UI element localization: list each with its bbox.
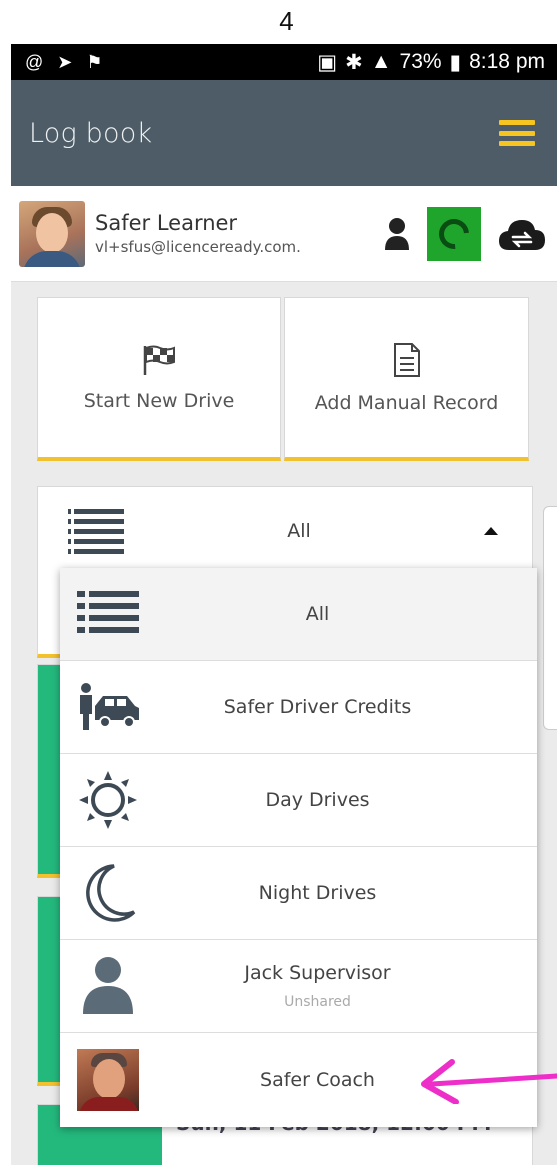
- cloud-sync-icon[interactable]: [497, 216, 547, 252]
- app-bar: Log book: [11, 80, 557, 186]
- user-info: Safer Learner vl+sfus@licenceready.com.: [95, 211, 345, 256]
- signal-icon: ▲: [370, 50, 392, 73]
- option-label: Safer Driver Credits: [223, 696, 412, 718]
- option-label: Jack Supervisor: [244, 962, 391, 984]
- user-bar: Safer Learner vl+sfus@licenceready.com.: [11, 186, 557, 282]
- step-number: 4: [279, 6, 294, 36]
- option-label: Day Drives: [265, 789, 370, 811]
- sync-status-icon[interactable]: [427, 206, 481, 261]
- user-name: Safer Learner: [95, 211, 238, 235]
- flag-notification-icon: ⚑: [86, 51, 103, 72]
- user-icons: [383, 206, 557, 261]
- option-label: Night Drives: [258, 882, 377, 904]
- status-left-icons: @ ➤ ⚑: [25, 52, 103, 73]
- at-sign-icon: @: [25, 51, 44, 72]
- filter-option-jack-supervisor[interactable]: Jack Supervisor Unshared: [60, 940, 537, 1033]
- filter-dropdown-menu: All Safer Driver Credits Day Drives Nigh…: [60, 568, 537, 1127]
- document-icon: [393, 342, 420, 377]
- navigation-icon: ➤: [57, 51, 73, 72]
- add-manual-record-button[interactable]: Add Manual Record: [284, 297, 529, 461]
- annotation-arrow-icon: [421, 1059, 557, 1104]
- side-panel-edge: [543, 506, 557, 730]
- battery-percent: 73%: [399, 50, 442, 73]
- clock: 8:18 pm: [469, 50, 545, 73]
- filter-option-all[interactable]: All: [60, 568, 537, 661]
- cast-icon: ▣: [317, 50, 338, 74]
- avatar[interactable]: [19, 200, 85, 267]
- filter-header[interactable]: All: [38, 487, 532, 575]
- filter-option-night-drives[interactable]: Night Drives: [60, 847, 537, 940]
- user-email: vl+sfus@licenceready.com.: [95, 238, 301, 256]
- option-label: Safer Coach: [260, 1069, 375, 1091]
- hamburger-icon[interactable]: [499, 120, 535, 146]
- coach-photo: [77, 1049, 139, 1111]
- action-label: Add Manual Record: [314, 391, 499, 414]
- status-right-icons: ▣ ✱ ▲ 73% ▮ 8:18 pm: [317, 50, 545, 75]
- bluetooth-icon: ✱: [345, 50, 363, 74]
- page-title: Log book: [29, 117, 153, 149]
- option-label: All: [305, 603, 330, 625]
- option-sublabel: Unshared: [284, 994, 351, 1010]
- coach-photo-icon: [68, 1034, 148, 1127]
- filter-selected-value: All: [287, 520, 311, 542]
- action-label: Start New Drive: [83, 389, 235, 412]
- filter-option-safer-driver-credits[interactable]: Safer Driver Credits: [60, 661, 537, 754]
- status-bar: @ ➤ ⚑ ▣ ✱ ▲ 73% ▮ 8:18 pm: [11, 44, 557, 80]
- person-icon[interactable]: [383, 216, 411, 252]
- battery-icon: ▮: [449, 50, 462, 74]
- checkered-flag-icon: [143, 345, 175, 375]
- filter-option-day-drives[interactable]: Day Drives: [60, 754, 537, 847]
- caret-up-icon[interactable]: [484, 527, 498, 535]
- start-new-drive-button[interactable]: Start New Drive: [37, 297, 281, 461]
